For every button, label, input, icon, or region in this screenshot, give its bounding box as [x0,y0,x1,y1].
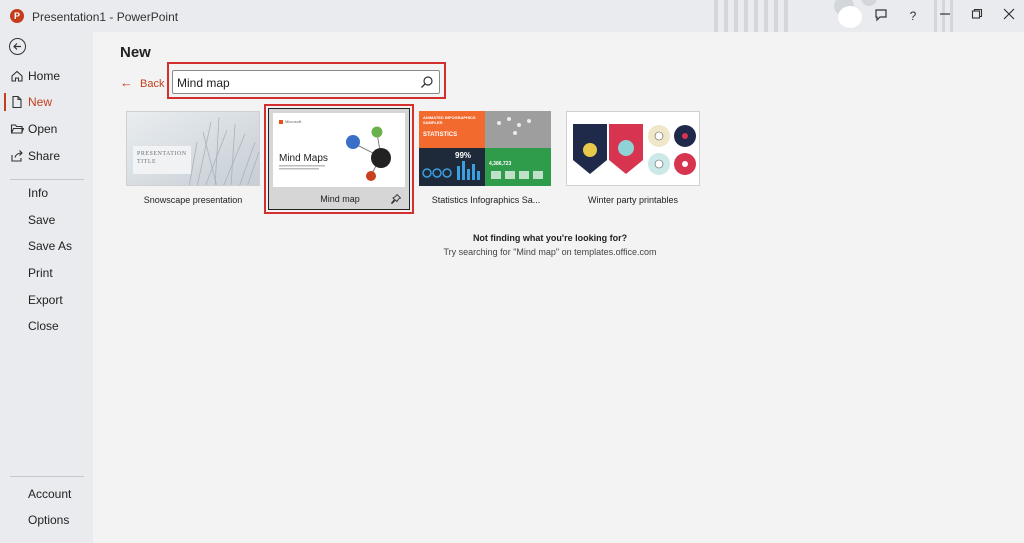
back-arrow-icon[interactable] [9,38,26,55]
search-icon[interactable] [420,75,434,89]
window-title: Presentation1 - PowerPoint [32,10,179,24]
not-found-title: Not finding what you're looking for? [472,233,628,243]
sidebar-item-print[interactable]: Print [0,260,93,286]
thumbnail-heading: ANIMATED INFOGRAPHICS SAMPLER [423,115,476,125]
back-link[interactable]: ← Back [120,75,164,90]
sidebar-item-home[interactable]: Home [0,63,93,89]
sidebar-item-open[interactable]: Open [0,116,93,142]
powerpoint-logo-icon: P [10,9,24,23]
sidebar-item-share[interactable]: Share [0,143,93,169]
template-thumbnail[interactable] [566,111,700,186]
active-indicator [4,93,6,111]
restore-icon[interactable] [968,8,986,24]
sidebar-item-info[interactable]: Info [0,180,93,206]
sidebar-item-save[interactable]: Save [0,207,93,233]
pin-icon[interactable] [390,193,402,205]
snowscape-thumbnail [127,112,259,185]
help-icon[interactable]: ? [904,8,922,24]
share-icon [11,150,23,162]
thumbnail-title-text: PRESENTATION TITLE [137,151,187,165]
winter-party-thumbnail [567,112,699,185]
template-card-mind-map[interactable]: Microsoft Mind Maps Mind map [268,108,410,210]
new-file-icon [12,95,22,109]
template-label: Snowscape presentation [143,195,243,205]
thumbnail-title: Mind Maps [279,153,328,164]
template-label: Winter party printables [587,195,679,205]
not-found-link[interactable]: Try searching for "Mind map" on template… [350,247,750,257]
template-label: Statistics Infographics Sa... [431,195,541,205]
sidebar-item-account[interactable]: Account [0,481,93,507]
close-icon[interactable] [1000,8,1018,24]
sidebar-item-close[interactable]: Close [0,313,93,339]
home-icon [11,70,23,82]
thumbnail-percent: 99% [455,151,472,160]
feedback-icon[interactable] [872,8,890,24]
sidebar-item-options[interactable]: Options [0,507,93,533]
backstage-sidebar: Home New Open Share Info Save Save As Pr… [0,32,93,543]
page-title: New [120,44,151,61]
thumbnail-number: 4,386,723 [489,161,512,167]
back-arrow-icon: ← [120,75,133,90]
template-search-box[interactable] [172,70,440,94]
template-thumbnail[interactable]: ANIMATED INFOGRAPHICS SAMPLER STATISTICS… [419,111,551,186]
title-bar: P Presentation1 - PowerPoint ? [0,0,1024,32]
folder-open-icon [10,124,24,134]
sidebar-divider [10,476,84,477]
minimize-icon[interactable] [936,8,954,24]
back-label: Back [140,78,165,90]
user-avatar[interactable] [838,6,862,28]
thumbnail-brand: Microsoft [285,119,302,124]
sidebar-item-export[interactable]: Export [0,287,93,313]
template-thumbnail[interactable]: PRESENTATION TITLE [126,111,260,186]
thumbnail-title: STATISTICS [423,132,458,138]
sidebar-item-save-as[interactable]: Save As [0,233,93,259]
sidebar-item-new[interactable]: New [0,89,93,115]
search-input[interactable] [177,74,412,91]
template-thumbnail[interactable]: Microsoft Mind Maps [273,113,405,187]
mind-map-thumbnail [273,113,405,187]
